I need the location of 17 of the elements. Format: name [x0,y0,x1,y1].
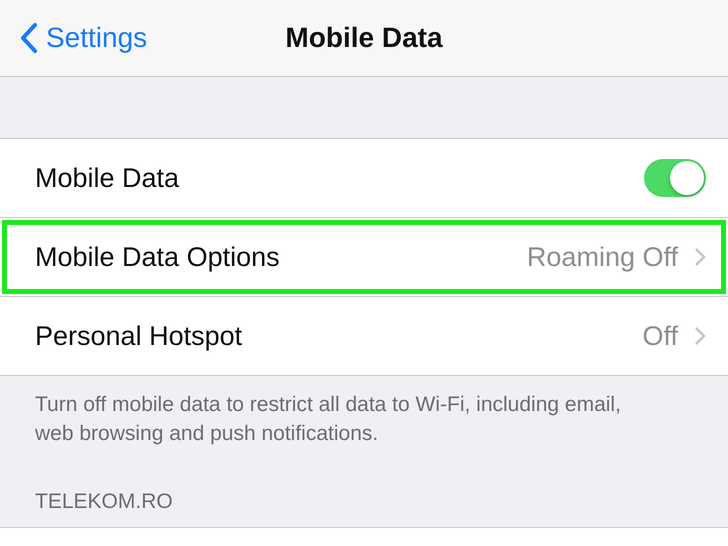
settings-row[interactable]: Mobile Data Options Roaming Off [0,217,728,296]
nav-title: Mobile Data [285,22,443,53]
back-icon [20,22,38,54]
back-label[interactable]: Settings [46,22,148,54]
settings-row[interactable]: Mobile Data [0,139,728,217]
chevron-icon [694,247,706,267]
section-header: TELEKOM.RO [34,489,174,514]
row-value: Roaming Off [526,242,678,272]
row-label: Personal Hotspot [35,320,244,352]
row-label: Mobile Data [35,162,180,194]
chevron-icon [694,326,706,346]
back-button[interactable]: Settings [0,22,148,54]
row-value: Off [642,320,678,352]
settings-row[interactable]: Personal Hotspot Off [0,296,728,375]
toggle-switch[interactable] [644,159,706,197]
row-label: Mobile Data Options [35,242,281,272]
footer-note: Turn off mobile data to restrict all data to Wi-Fi, including email, web browsing and push notifications. [34,392,622,447]
